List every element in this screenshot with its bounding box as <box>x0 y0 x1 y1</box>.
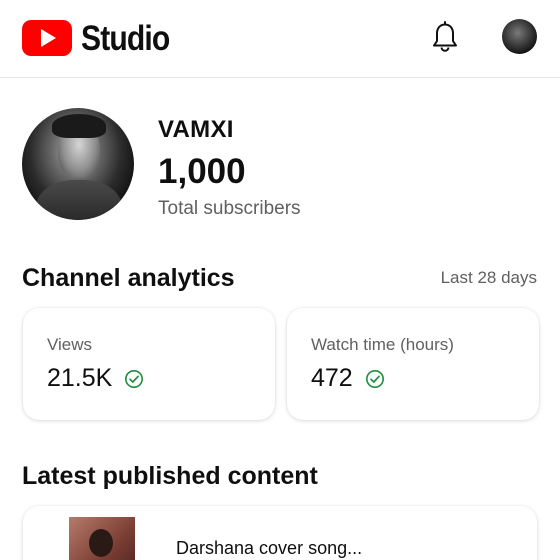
bell-icon <box>433 21 457 52</box>
views-card[interactable]: Views 21.5K <box>23 308 275 420</box>
youtube-studio-logo[interactable]: Studio <box>22 20 184 56</box>
avatar-body-shape <box>36 180 122 220</box>
channel-name: VAMXI <box>158 116 234 143</box>
account-avatar[interactable] <box>502 19 537 54</box>
latest-video-card[interactable]: Darshana cover song... <box>23 506 537 560</box>
views-value: 21.5K <box>47 364 113 392</box>
date-range-label: Last 28 days <box>440 268 537 287</box>
views-label: Views <box>47 335 93 354</box>
check-circle-icon <box>125 369 144 388</box>
latest-content-title: Latest published content <box>22 462 318 490</box>
check-circle-icon <box>365 369 384 388</box>
subscriber-label: Total subscribers <box>158 198 301 219</box>
channel-analytics-title: Channel analytics <box>22 264 235 292</box>
thumbnail-figure-shape <box>89 529 113 557</box>
subscriber-count: 1,000 <box>158 152 246 191</box>
top-app-bar: Studio <box>0 0 560 78</box>
watch-time-label: Watch time (hours) <box>311 335 454 354</box>
watch-time-value: 472 <box>311 364 353 392</box>
watch-time-card[interactable]: Watch time (hours) 472 <box>287 308 539 420</box>
youtube-play-icon <box>22 20 72 56</box>
video-thumbnail[interactable] <box>69 517 135 560</box>
avatar-hair-shape <box>52 114 106 138</box>
notifications-button[interactable] <box>428 18 462 56</box>
channel-avatar <box>22 108 134 220</box>
logo-text: Studio <box>81 18 170 58</box>
video-title[interactable]: Darshana cover song... <box>176 538 362 559</box>
